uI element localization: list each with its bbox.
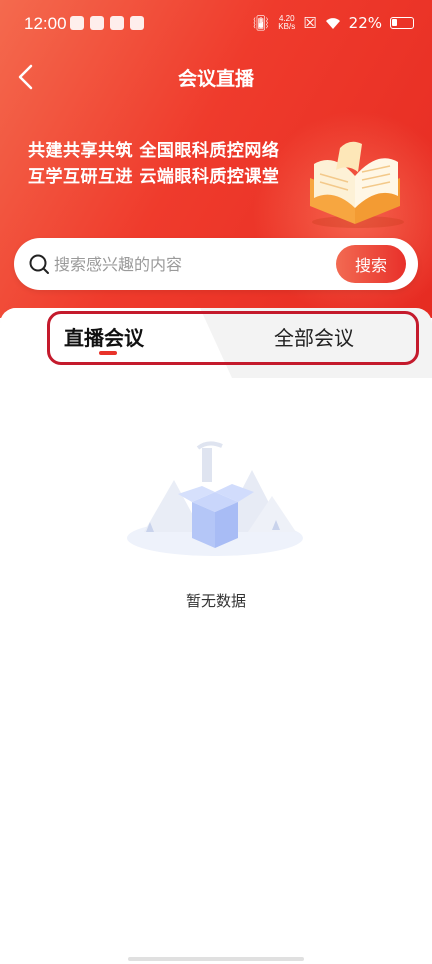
empty-state-message: 暂无数据 <box>185 592 246 610</box>
tab-live-meetings[interactable]: 直播会议 <box>64 322 144 351</box>
home-indicator[interactable] <box>128 957 304 961</box>
wifi-icon <box>325 18 340 29</box>
open-book-icon <box>310 141 404 228</box>
search-input[interactable] <box>54 246 304 282</box>
slogan-line-1: 共建共享共筑 全国眼科质控网络 <box>28 141 280 161</box>
active-tab-indicator <box>99 351 117 355</box>
net-speed-unit: KB/s <box>278 22 296 31</box>
battery-percent: 22% <box>348 14 382 32</box>
network-speed: 4.20 KB/s <box>278 15 295 31</box>
sim-icon: ☒ <box>303 14 317 32</box>
banner-slogan: 共建共享共筑 全国眼科质控网络 互学互研互进 云端眼科质控课堂 <box>28 138 279 190</box>
status-bar: 12:00 📳︎ 4.20 KB/s ☒ 22% <box>0 0 432 50</box>
page-title: 会议直播 <box>177 68 254 90</box>
search-button[interactable]: 搜索 <box>336 245 406 283</box>
battery-icon <box>390 17 414 29</box>
notification-icons <box>70 16 144 30</box>
search-bar: 搜索 <box>14 238 418 290</box>
app-icon <box>110 16 124 30</box>
status-time: 12:00 <box>24 14 67 33</box>
vibrate-icon: 📳︎ <box>251 14 271 32</box>
tab-all-meetings[interactable]: 全部会议 <box>274 322 354 351</box>
search-icon <box>29 254 49 274</box>
empty-box-icon <box>127 441 303 556</box>
crown-icon <box>130 16 144 30</box>
slogan-line-2: 互学互研互进 云端眼科质控课堂 <box>28 167 280 187</box>
status-right: 📳︎ 4.20 KB/s ☒ 22% <box>251 14 414 32</box>
cloud-icon <box>70 16 84 30</box>
weibo-icon <box>90 16 104 30</box>
